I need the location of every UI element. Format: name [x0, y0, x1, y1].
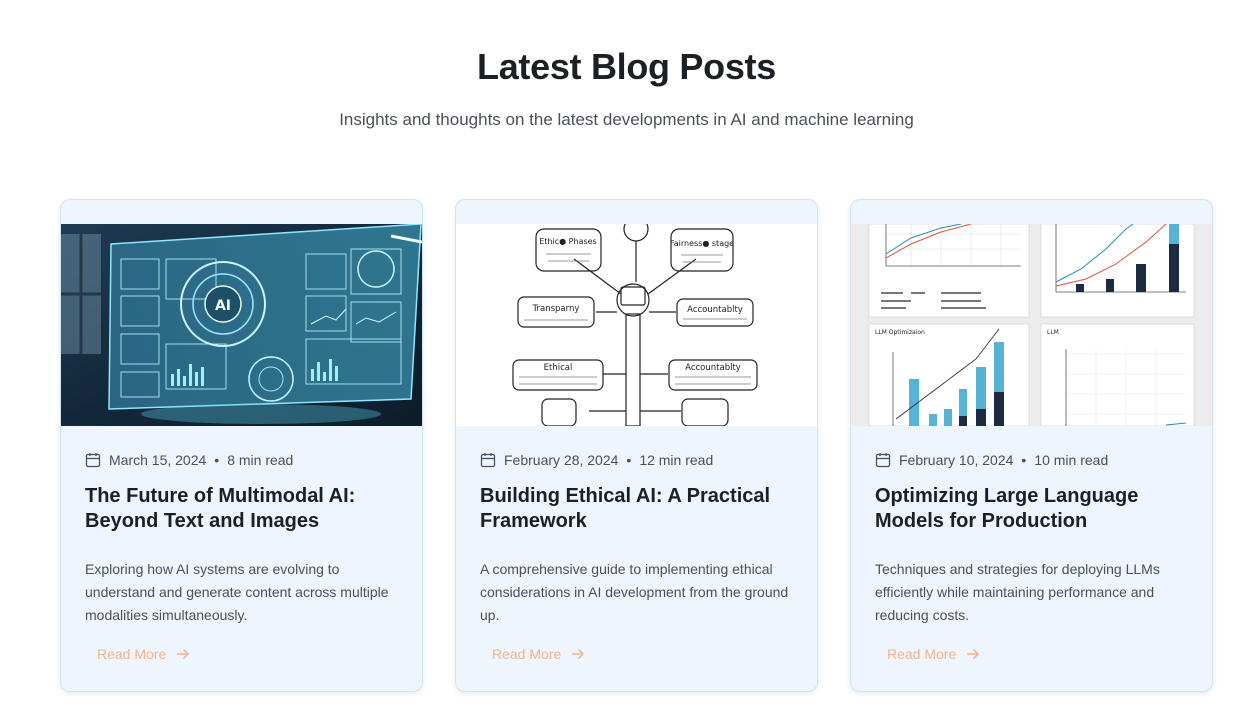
section-title: Latest Blog Posts [477, 46, 776, 87]
svg-text:AI: AI [215, 298, 231, 314]
post-title[interactable]: The Future of Multimodal AI: Beyond Text… [85, 484, 405, 534]
read-more-label: Read More [887, 646, 957, 662]
calendar-icon [85, 453, 101, 468]
diagram-label: Fairness● stage [670, 239, 734, 248]
post-meta: February 28, 2024 • 12 min read [480, 452, 713, 468]
post-title[interactable]: Optimizing Large Language Models for Pro… [875, 484, 1195, 534]
post-date: February 10, 2024 [899, 452, 1014, 468]
read-more-link[interactable]: Read More [97, 646, 190, 662]
blog-card-list: AI March 15, 2024 • 8 min read The Futur… [60, 199, 1213, 692]
chart-label: LLM Optimizaion [875, 329, 925, 336]
arrow-right-icon [177, 648, 190, 660]
post-read-time: 12 min read [639, 452, 714, 468]
arrow-right-icon [572, 648, 585, 660]
post-date: February 28, 2024 [504, 452, 619, 468]
calendar-icon [875, 453, 891, 468]
blog-card[interactable]: AI March 15, 2024 • 8 min read The Futur… [60, 199, 423, 692]
calendar-icon [480, 453, 496, 468]
arrow-right-icon [967, 648, 980, 660]
read-more-label: Read More [97, 646, 167, 662]
post-meta: March 15, 2024 • 8 min read [85, 452, 293, 468]
read-more-link[interactable]: Read More [492, 646, 585, 662]
post-excerpt: Techniques and strategies for deploying … [875, 561, 1160, 623]
post-title[interactable]: Building Ethical AI: A Practical Framewo… [480, 484, 800, 534]
separator-dot: • [214, 452, 220, 468]
separator-dot: • [1021, 452, 1027, 468]
read-more-link[interactable]: Read More [887, 646, 980, 662]
blog-card[interactable]: LLM Optimizaion LLM February 10, 2024 • … [850, 199, 1213, 692]
diagram-label: Ethic● Phases [539, 237, 596, 246]
read-more-label: Read More [492, 646, 562, 662]
separator-dot: • [626, 452, 632, 468]
post-excerpt: Exploring how AI systems are evolving to… [85, 561, 389, 623]
post-image-performance-charts[interactable]: LLM Optimizaion LLM [851, 224, 1212, 426]
post-excerpt: A comprehensive guide to implementing et… [480, 561, 789, 623]
diagram-label: Ethical [544, 363, 573, 373]
post-meta: February 10, 2024 • 10 min read [875, 452, 1108, 468]
post-read-time: 8 min read [227, 452, 294, 468]
post-image-ai-dashboard[interactable]: AI [61, 224, 422, 426]
diagram-label: Transparny [532, 304, 580, 314]
diagram-label: Accountablty [685, 363, 741, 373]
blog-card[interactable]: Ethic● Phases Fairness● stage Transparny… [455, 199, 818, 692]
post-date: March 15, 2024 [109, 452, 207, 468]
post-read-time: 10 min read [1034, 452, 1109, 468]
chart-label: LLM [1047, 329, 1059, 336]
diagram-label: Accountablty [687, 305, 743, 315]
section-subtitle: Insights and thoughts on the latest deve… [339, 110, 914, 129]
post-image-ethics-diagram[interactable]: Ethic● Phases Fairness● stage Transparny… [456, 224, 817, 426]
